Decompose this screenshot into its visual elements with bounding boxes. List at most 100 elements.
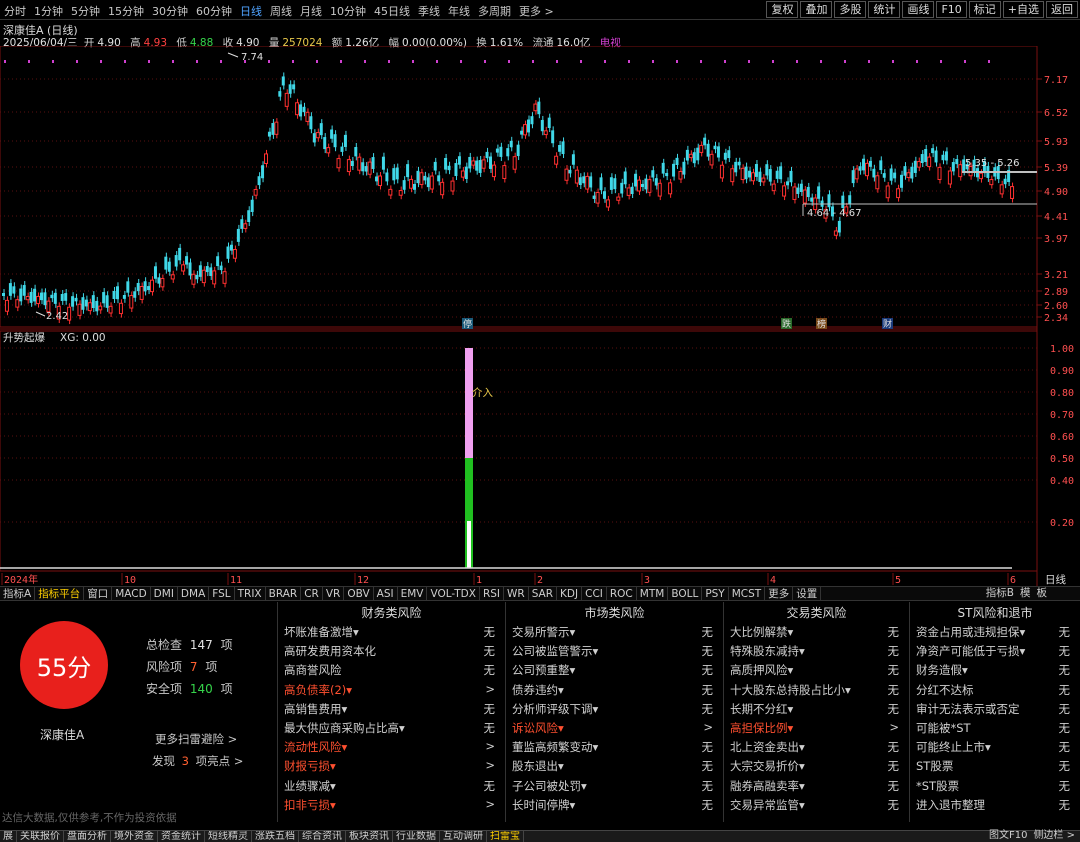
period-tab[interactable]: 10分钟 [330,3,366,19]
risk-item[interactable]: 高质押风险▾ 无 [724,660,909,679]
indicator-tab[interactable]: KDJ [557,587,583,600]
toolbar-button[interactable]: F10 [936,1,967,18]
indicator-tab[interactable]: RSI [480,587,504,600]
toolbar-button[interactable]: 复权 [766,1,799,18]
risk-item[interactable]: 交易异常监管▾ 无 [724,795,909,814]
status-tab[interactable]: 短线精灵 [205,831,252,842]
period-tab[interactable]: 月线 [300,3,322,19]
indicator-tab[interactable]: CCI [582,587,607,600]
indicator-tab[interactable]: MTM [637,587,669,600]
status-tab[interactable]: 盘面分析 [64,831,111,842]
status-right-button[interactable]: 图文F10 [986,830,1030,842]
period-tab[interactable]: 周线 [270,3,292,19]
risk-item[interactable]: 子公司被处罚▾ 无 [506,776,723,795]
period-tab[interactable]: 1分钟 [34,3,63,19]
risk-item[interactable]: 扣非亏损▾ > [278,795,505,814]
risk-item[interactable]: 坏账准备激增▾ 无 [278,622,505,641]
period-tab[interactable]: 年线 [448,3,470,19]
indicator-tab[interactable]: 指标平台 [35,587,85,600]
period-tab[interactable]: 30分钟 [152,3,188,19]
indicator-tab[interactable]: ROC [607,587,637,600]
risk-item[interactable]: 高商誉风险 无 [278,660,505,679]
risk-item[interactable]: 资金占用或违规担保▾ 无 [910,622,1080,641]
risk-item[interactable]: 业绩骤减▾ 无 [278,776,505,795]
toolbar-button[interactable]: 统计 [868,1,901,18]
period-tab[interactable]: 季线 [418,3,440,19]
toolbar-button[interactable]: 叠加 [800,1,833,18]
toolbar-button[interactable]: 画线 [902,1,935,18]
indicator-tab[interactable]: PSY [702,587,729,600]
indicator-tab[interactable]: BOLL [668,587,703,600]
risk-item[interactable]: 进入退市整理 无 [910,795,1080,814]
indicator-tab-right[interactable]: 模 [1017,586,1034,601]
indicator-tab-right[interactable]: 指标B [983,586,1017,601]
toolbar-button[interactable]: 返回 [1046,1,1078,18]
period-tab[interactable]: 60分钟 [196,3,232,19]
risk-item[interactable]: 高负债率(2)▾ > [278,680,505,699]
indicator-tab[interactable]: MACD [112,587,151,600]
indicator-tab[interactable]: OBV [344,587,374,600]
indicator-tab[interactable]: VR [323,587,345,600]
risk-item[interactable]: 净资产可能低于亏损▾ 无 [910,641,1080,660]
risk-item[interactable]: 高研发费用资本化 无 [278,641,505,660]
risk-item[interactable]: *ST股票 无 [910,776,1080,795]
indicator-tab[interactable]: FSL [209,587,235,600]
risk-item[interactable]: 公司预重整▾ 无 [506,660,723,679]
indicator-tab[interactable]: 指标A [0,587,36,600]
status-right-button[interactable]: 侧边栏 > [1030,830,1078,842]
risk-item[interactable]: 公司被监管警示▾ 无 [506,641,723,660]
indicator-tab[interactable]: BRAR [266,587,302,600]
risk-item[interactable]: 十大股东总持股占比小▾ 无 [724,680,909,699]
indicator-tab[interactable]: 更多 [765,587,794,600]
period-tab[interactable]: 分时 [4,3,26,19]
risk-item[interactable]: 融券高融卖率▾ 无 [724,776,909,795]
risk-item[interactable]: 流动性风险▾ > [278,737,505,756]
risk-item[interactable]: 大比例解禁▾ 无 [724,622,909,641]
period-tab[interactable]: 多周期 [478,3,511,19]
status-tab[interactable]: 板块资讯 [346,831,393,842]
risk-item[interactable]: 债券违约▾ 无 [506,680,723,699]
risk-item[interactable]: 交易所警示▾ 无 [506,622,723,641]
risk-item[interactable]: 高销售费用▾ 无 [278,699,505,718]
indicator-tab[interactable]: VOL-TDX [427,587,480,600]
event-marker-halt[interactable]: 停 [462,318,473,330]
indicator-tab[interactable]: DMA [178,587,210,600]
period-tab[interactable]: 45日线 [374,3,410,19]
indicator-tab[interactable]: DMI [151,587,178,600]
risk-item[interactable]: 分红不达标 无 [910,680,1080,699]
indicator-tab[interactable]: 设置 [793,587,822,600]
risk-item[interactable]: 长期不分红▾ 无 [724,699,909,718]
toolbar-button[interactable]: 多股 [834,1,867,18]
risk-item[interactable]: 分析师评级下调▾ 无 [506,699,723,718]
status-tab[interactable]: 境外资金 [111,831,158,842]
indicator-tab[interactable]: ASI [374,587,398,600]
kline-chart[interactable]: 7.17 6.52 5.93 5.39 4.90 4.41 3.97 3.21 2.89 2.60… [0,46,1080,586]
risk-item[interactable]: 财报亏损▾ > [278,756,505,775]
period-tab[interactable]: 更多 > [519,3,554,19]
risk-item[interactable]: 审计无法表示或否定 无 [910,699,1080,718]
risk-item[interactable]: ST股票 无 [910,756,1080,775]
risk-item[interactable]: 股东退出▾ 无 [506,756,723,775]
event-marker-drop[interactable]: 跌 [781,318,792,330]
indicator-tab-right[interactable]: 板 [1034,586,1051,601]
risk-item[interactable]: 最大供应商采购占比高▾ 无 [278,718,505,737]
toolbar-button[interactable]: 标记 [968,1,1001,18]
indicator-tab[interactable]: MCST [729,587,766,600]
status-tab[interactable]: 资金统计 [158,831,205,842]
period-tab[interactable]: 5分钟 [71,3,100,19]
status-tab[interactable]: 扫雷宝 [487,831,524,842]
risk-item[interactable]: 诉讼风险▾ > [506,718,723,737]
risk-item[interactable]: 高担保比例▾ > [724,718,909,737]
risk-item[interactable]: 长时间停牌▾ 无 [506,795,723,814]
risk-item[interactable]: 大宗交易折价▾ 无 [724,756,909,775]
status-tab[interactable]: 展 [0,831,17,842]
indicator-tab[interactable]: CR [301,587,323,600]
status-tab[interactable]: 涨跌五档 [252,831,299,842]
indicator-tab[interactable]: EMV [398,587,428,600]
period-tab[interactable]: 日线 [240,3,262,19]
period-tab[interactable]: 15分钟 [108,3,144,19]
event-marker-list[interactable]: 榜 [816,318,827,330]
indicator-tab[interactable]: 窗口 [84,587,113,600]
risk-item[interactable]: 特殊股东减持▾ 无 [724,641,909,660]
indicator-tab[interactable]: WR [504,587,529,600]
